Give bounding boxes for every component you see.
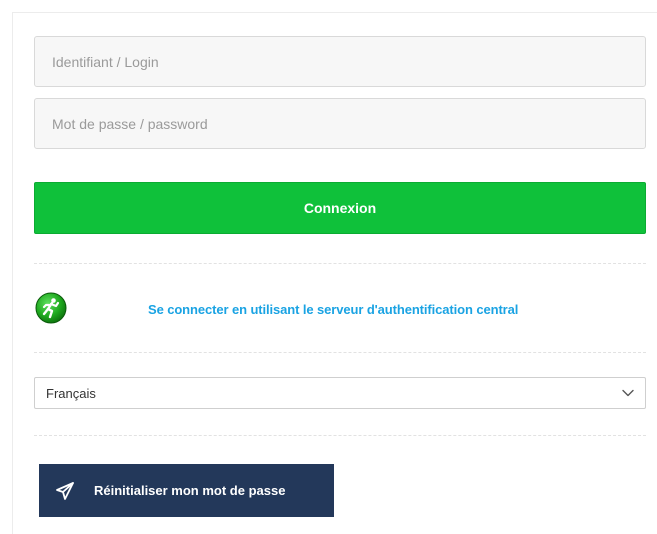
chevron-down-icon (622, 389, 634, 397)
language-selected-value: Français (46, 385, 96, 401)
divider (34, 435, 646, 436)
running-man-icon[interactable] (35, 292, 67, 324)
divider (34, 352, 646, 353)
cas-login-link[interactable]: Se connecter en utilisant le serveur d'a… (148, 302, 518, 317)
login-panel (12, 12, 657, 534)
connect-button-label: Connexion (303, 200, 377, 216)
paper-plane-icon (56, 481, 74, 500)
reset-password-button[interactable]: Réinitialiser mon mot de passe (39, 464, 334, 517)
divider (34, 263, 646, 264)
language-select[interactable]: Français (34, 377, 646, 409)
password-field[interactable] (34, 98, 646, 149)
connect-button[interactable]: Connexion (34, 182, 646, 234)
reset-password-label: Réinitialiser mon mot de passe (94, 483, 286, 498)
login-field[interactable] (34, 36, 646, 87)
